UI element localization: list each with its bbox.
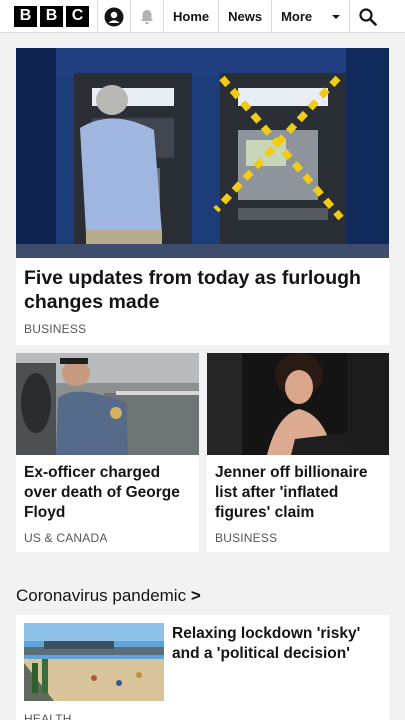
nav-news-link[interactable]: News: [218, 0, 271, 33]
section-title-link[interactable]: Coronavirus pandemic >: [16, 586, 201, 606]
story-headline: Relaxing lockdown 'risky' and a 'politic…: [172, 625, 361, 662]
story-tag[interactable]: US & CANADA: [24, 531, 108, 545]
story-card[interactable]: Ex-officer charged over death of George …: [16, 353, 199, 552]
search-button[interactable]: [349, 0, 385, 33]
nav-home-label: Home: [173, 9, 210, 24]
story-tag[interactable]: HEALTH: [24, 712, 72, 720]
logo-letter: C: [66, 5, 89, 27]
story-image: [24, 623, 164, 701]
story-headline: Jenner off billionaire list after 'infla…: [215, 464, 368, 521]
section-story-card[interactable]: Relaxing lockdown 'risky' and a 'politic…: [16, 615, 389, 720]
section-arrow-icon: >: [190, 586, 201, 605]
story-image: [16, 353, 199, 455]
section-title-text: Coronavirus pandemic: [16, 586, 187, 605]
story-card[interactable]: Jenner off billionaire list after 'infla…: [207, 353, 389, 552]
logo-letter: B: [14, 5, 37, 27]
story-image: [207, 353, 389, 455]
top-story-card[interactable]: Five updates from today as furlough chan…: [16, 48, 389, 345]
story-image: [16, 48, 389, 258]
story-tag[interactable]: BUSINESS: [215, 531, 277, 545]
nav-more-button[interactable]: More: [271, 0, 349, 33]
story-headline: Ex-officer charged over death of George …: [24, 464, 180, 521]
nav-home-link[interactable]: Home: [163, 0, 218, 33]
nav-more-label: More: [281, 9, 313, 24]
chevron-down-icon: [332, 14, 341, 19]
logo-letter: B: [40, 5, 63, 27]
bbc-logo[interactable]: B B C: [0, 0, 97, 32]
story-tag[interactable]: BUSINESS: [24, 322, 86, 336]
top-nav-bar: B B C Home News More: [0, 0, 405, 33]
nav-news-label: News: [228, 9, 263, 24]
search-icon: [358, 7, 377, 26]
account-icon: [104, 7, 124, 26]
bell-icon: [141, 9, 153, 24]
story-headline: Five updates from today as furlough chan…: [24, 267, 361, 313]
account-button[interactable]: [97, 0, 130, 33]
notifications-button[interactable]: [130, 0, 163, 33]
